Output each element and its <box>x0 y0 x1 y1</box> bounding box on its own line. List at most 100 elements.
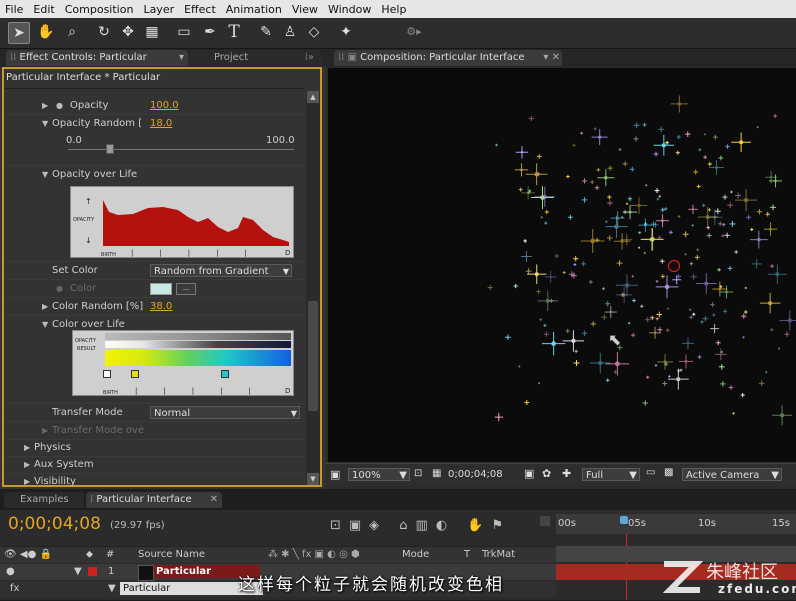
collapse-icon[interactable]: ▼ <box>74 566 82 577</box>
eraser-tool-icon[interactable]: ◇ <box>304 22 324 42</box>
effect-controls-scrollbar[interactable]: ▲ ▼ <box>306 91 320 485</box>
comp-timecode[interactable]: 0;00;04;08 <box>448 469 503 480</box>
opacity-value[interactable]: 100.0 <box>150 97 179 114</box>
gradient-stop-white[interactable] <box>103 370 111 378</box>
panel-more-icon[interactable]: ⁞» <box>305 50 314 66</box>
pan-behind-icon[interactable]: ▦ <box>142 22 162 42</box>
particle-star <box>697 355 702 359</box>
expand-icon[interactable]: ▶ <box>24 439 30 456</box>
menu-composition[interactable]: Composition <box>60 3 139 16</box>
workspace-icon[interactable]: ⚙▸ <box>404 22 424 42</box>
clone-stamp-icon[interactable]: ♙ <box>280 22 300 42</box>
zoom-tool-icon[interactable]: ⌕ <box>62 22 82 42</box>
orbit-camera-icon[interactable]: ✥ <box>118 22 138 42</box>
col-source-name[interactable]: Source Name <box>138 549 205 560</box>
visibility-row[interactable]: ▶ Visibility <box>4 473 304 487</box>
particle-star <box>734 250 738 254</box>
expand-icon[interactable]: ▶ <box>24 456 30 473</box>
tab-particular-interface[interactable]: ⁞ Particular Interface ✕ <box>86 492 222 508</box>
grid-icon[interactable]: ▦ <box>432 468 441 479</box>
particle-star <box>573 263 577 266</box>
menu-layer[interactable]: Layer <box>138 3 179 16</box>
rectangle-tool-icon[interactable]: ▭ <box>174 22 194 42</box>
color-random-value[interactable]: 38.0 <box>150 298 172 315</box>
snapshot-icon[interactable]: ▣ <box>524 467 534 480</box>
expand-icon[interactable]: ▶ <box>24 473 30 487</box>
particle-star <box>654 188 660 194</box>
menu-animation[interactable]: Animation <box>221 3 287 16</box>
collapse-icon[interactable]: ▼ <box>42 115 48 132</box>
slider-track[interactable] <box>68 149 294 150</box>
particle-star <box>653 151 659 157</box>
selection-tool-icon[interactable]: ➤ <box>8 22 30 44</box>
hand-tool-icon[interactable]: ✋ <box>36 22 56 42</box>
collapse-icon[interactable]: ▼ <box>108 583 116 594</box>
stopwatch-icon[interactable]: ● <box>56 97 63 114</box>
color-swatch[interactable] <box>150 283 172 295</box>
menu-window[interactable]: Window <box>323 3 376 16</box>
brush-tool-icon[interactable]: ✎ <box>256 22 276 42</box>
time-ruler[interactable]: 00s 05s 10s 15s <box>556 514 796 534</box>
text-tool-icon[interactable]: T <box>224 22 244 42</box>
particle-star <box>784 331 790 337</box>
menu-effect[interactable]: Effect <box>179 3 221 16</box>
visibility-icon[interactable]: ● <box>6 566 15 577</box>
tab-effect-controls[interactable]: ⁞⁞ Effect Controls: Particular ▾ <box>6 50 188 66</box>
particle-star <box>770 328 774 332</box>
show-snapshot-icon[interactable]: ✿ <box>542 467 551 480</box>
layer-label-color[interactable] <box>88 567 97 576</box>
opacity-random-value[interactable]: 18.0 <box>150 115 172 132</box>
transfer-mode-dropdown[interactable]: Normal ▼ <box>150 406 300 419</box>
collapse-icon[interactable]: ▼ <box>42 166 48 183</box>
zoom-dropdown[interactable]: 100% ▼ <box>348 468 410 481</box>
close-icon[interactable]: ✕ <box>210 492 218 508</box>
region-of-interest-icon[interactable]: ▭ <box>646 467 655 478</box>
scroll-down-icon[interactable]: ▼ <box>307 473 319 485</box>
safe-zones-icon[interactable]: ⊡ <box>414 468 422 479</box>
timeline-timecode[interactable]: 0;00;04;08 <box>8 514 101 534</box>
scroll-up-icon[interactable]: ▲ <box>307 91 319 103</box>
expand-icon[interactable]: ▶ <box>42 97 48 114</box>
menu-help[interactable]: Help <box>376 3 411 16</box>
tab-composition[interactable]: ⁞⁞ ▣ Composition: Particular Interface ▾… <box>334 50 562 66</box>
transparency-grid-icon[interactable]: ▩ <box>664 467 673 478</box>
slider-thumb[interactable] <box>105 144 114 154</box>
tab-examples[interactable]: Examples <box>4 492 84 508</box>
tab-composition-label: Composition: Particular Interface <box>360 52 525 63</box>
tab-effect-label: Effect Controls: Particular <box>19 52 147 63</box>
timeline-switch-icons[interactable]: ⊡▣◈ ⌂▥◐ ✋⚑ <box>330 518 511 533</box>
camera-dropdown[interactable]: Active Camera ▼ <box>682 468 782 481</box>
always-preview-icon[interactable]: ▣ <box>330 468 340 481</box>
color-over-life-gradient[interactable]: OPACITY RESULT BIRTH ||||| D <box>72 330 294 396</box>
aux-system-row[interactable]: ▶ Aux System <box>4 456 304 474</box>
gradient-stop-yellow[interactable] <box>131 370 139 378</box>
emitter-target-icon[interactable] <box>668 260 680 272</box>
menu-view[interactable]: View <box>287 3 323 16</box>
menu-file[interactable]: File <box>0 3 28 16</box>
panel-menu-icon[interactable]: ▾ <box>179 50 184 66</box>
expand-icon[interactable]: ▶ <box>42 298 48 315</box>
close-icon[interactable]: ▾ ✕ <box>543 50 560 66</box>
comp-viewer[interactable]: ⬉ <box>328 68 796 462</box>
current-time-indicator[interactable] <box>620 516 628 524</box>
graph-editor-icon[interactable] <box>540 516 550 526</box>
set-color-dropdown[interactable]: Random from Gradient ▼ <box>150 264 292 277</box>
physics-row[interactable]: ▶ Physics <box>4 439 304 457</box>
menu-edit[interactable]: Edit <box>28 3 59 16</box>
scroll-thumb[interactable] <box>308 301 318 411</box>
resolution-dropdown[interactable]: Full ▼ <box>582 468 640 481</box>
particle-star <box>573 256 579 262</box>
particle-star <box>591 129 608 146</box>
gradient-stop-cyan[interactable] <box>221 370 229 378</box>
puppet-pin-icon[interactable]: ✦ <box>336 22 356 42</box>
show-channel-icon[interactable]: ✚ <box>562 467 571 480</box>
opacity-over-life-graph[interactable]: OPACITY ↑ ↓ BIRTH ||||| D <box>70 186 294 258</box>
tab-project[interactable]: Project ⁞» <box>188 50 322 66</box>
pen-tool-icon[interactable]: ✒ <box>200 22 220 42</box>
eyedropper-icon[interactable]: — <box>176 283 196 295</box>
transfer-mode-row: Transfer Mode Normal ▼ <box>4 404 304 422</box>
rotate-tool-icon[interactable]: ↻ <box>94 22 114 42</box>
collapse-icon[interactable]: ▼ <box>42 316 48 333</box>
expand-icon[interactable]: ▶ <box>42 422 48 439</box>
particle-star <box>580 131 583 135</box>
